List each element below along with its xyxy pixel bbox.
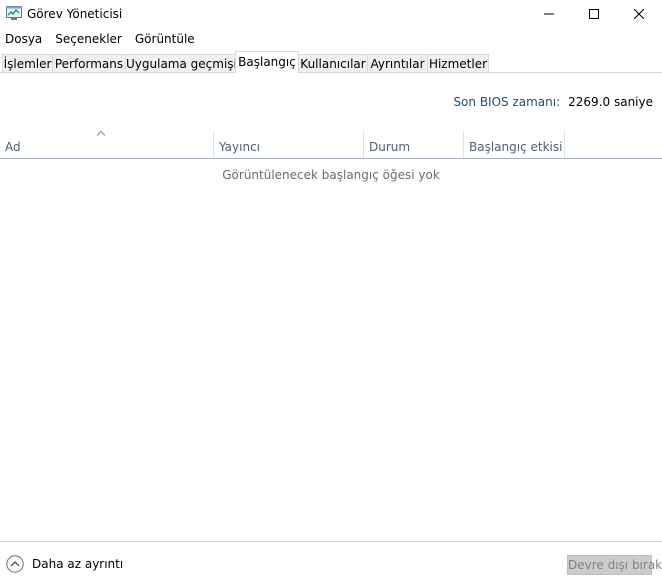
tab-performance[interactable]: Performans: [52, 54, 126, 72]
column-header-publisher[interactable]: Yayıncı: [214, 131, 363, 158]
column-header-startup-impact-label: Başlangıç etkisi: [469, 140, 563, 154]
column-header-name-label: Ad: [5, 140, 21, 154]
menu-view[interactable]: Görüntüle: [129, 29, 202, 49]
footer-divider: [0, 541, 662, 542]
maximize-icon: [589, 9, 599, 19]
disable-button[interactable]: Devre dışı bırak: [567, 555, 662, 575]
chevron-up-circle-icon: [6, 555, 24, 573]
maximize-button[interactable]: [571, 0, 617, 28]
minimize-button[interactable]: [526, 0, 572, 28]
column-header-startup-impact[interactable]: Başlangıç etkisi: [464, 131, 564, 158]
column-header-border: [0, 158, 662, 159]
task-manager-icon: [6, 6, 22, 20]
last-bios-time-label: Son BIOS zamanı:: [453, 95, 561, 109]
tab-users[interactable]: Kullanıcılar: [298, 54, 368, 72]
column-header-status-label: Durum: [369, 140, 411, 154]
tab-services[interactable]: Hizmetler: [427, 54, 489, 72]
tab-startup[interactable]: Başlangıç: [235, 51, 299, 73]
tab-processes[interactable]: İşlemler: [2, 54, 53, 72]
task-manager-window: Görev Yöneticisi Dosya Seçenekler Görünt…: [0, 0, 662, 588]
column-resize-handle[interactable]: [564, 131, 565, 158]
menu-options[interactable]: Seçenekler: [49, 29, 129, 49]
close-button[interactable]: [616, 0, 662, 28]
tab-app-history[interactable]: Uygulama geçmişi: [125, 54, 237, 72]
menu-file[interactable]: Dosya: [0, 29, 49, 49]
column-header-name[interactable]: Ad: [0, 131, 213, 158]
title-bar[interactable]: Görev Yöneticisi: [0, 0, 662, 28]
empty-list-message: Görüntülenecek başlangıç öğesi yok: [222, 168, 440, 182]
column-header-publisher-label: Yayıncı: [219, 140, 261, 154]
last-bios-time-value: 2269.0 saniye: [568, 95, 653, 109]
minimize-icon: [544, 13, 554, 15]
tab-details[interactable]: Ayrıntılar: [367, 54, 428, 72]
window-title: Görev Yöneticisi: [27, 7, 123, 21]
close-icon: [634, 9, 644, 19]
menu-bar: Dosya Seçenekler Görüntüle: [0, 29, 662, 49]
column-header-status[interactable]: Durum: [364, 131, 463, 158]
last-bios-time: Son BIOS zamanı: 2269.0 saniye: [453, 95, 653, 109]
fewer-details-button[interactable]: Daha az ayrıntı: [6, 555, 123, 573]
fewer-details-label: Daha az ayrıntı: [32, 557, 124, 571]
